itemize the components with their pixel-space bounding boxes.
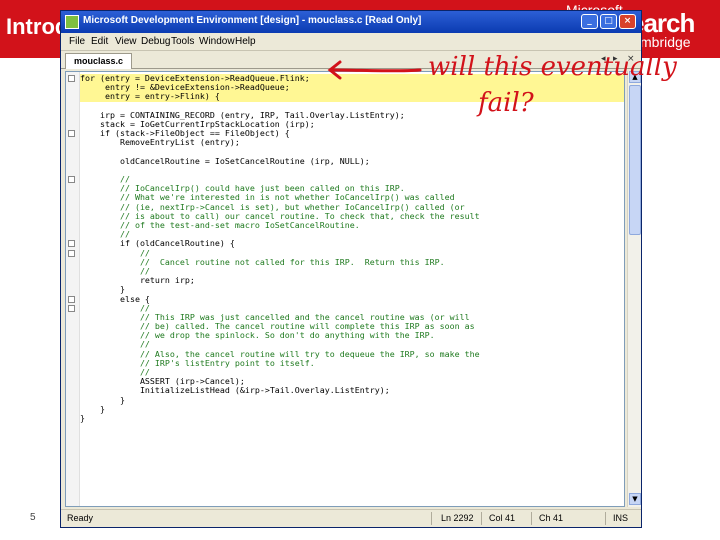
code-lines: for (entry = DeviceExtension->ReadQueue.… [68,73,624,423]
code-line: else { [68,294,624,304]
collapse-icon[interactable] [68,295,75,303]
menu-help[interactable]: Help [235,36,256,47]
app-icon [65,15,79,29]
code-editor[interactable]: for (entry = DeviceExtension->ReadQueue.… [65,71,625,507]
logo-cambridge-text: mbridge [640,34,691,50]
collapse-icon[interactable] [68,304,75,312]
editor-gutter [66,72,80,506]
maximize-button[interactable]: □ [600,14,617,29]
status-bar: Ready Ln 2292 Col 41 Ch 41 INS [61,509,641,527]
code-line: // we drop the spinlock. So don't do any… [80,330,435,341]
code-line: RemoveEntryList (entry); [80,137,240,148]
code-line: oldCancelRoutine = IoSetCancelRoutine (i… [80,155,370,166]
status-col: Col 41 [489,513,516,523]
code-line: entry = entry->Flink) { [80,92,624,102]
tab-mouclass[interactable]: mouclass.c [65,53,133,69]
code-line: } [80,412,85,423]
menu-debug[interactable]: Debug [141,36,170,47]
status-ready: Ready [67,513,94,523]
code-line: // of the test-and-set macro IoSetCancel… [80,220,360,230]
status-mode: INS [613,513,629,523]
code-line: // Cancel routine not called for this IR… [80,256,445,267]
vertical-scrollbar[interactable]: ▲ ▼ [627,71,641,507]
code-line: if (oldCancelRoutine) { [68,239,624,248]
close-button[interactable]: × [619,14,636,29]
menu-window[interactable]: Window [199,36,235,47]
collapse-icon[interactable] [68,75,75,82]
code-line: } [80,403,105,414]
status-line: Ln 2292 [441,513,474,523]
code-line: InitializeListHead (&irp->Tail.Overlay.L… [80,385,390,396]
menu-view[interactable]: View [115,36,137,47]
menu-bar: File Edit View Debug Tools Window Help [61,33,641,51]
code-line: } [80,284,125,295]
annotation-line-2: fail? [478,88,534,118]
minimize-button[interactable]: _ [581,14,598,29]
collapse-icon[interactable] [68,130,75,138]
menu-edit[interactable]: Edit [91,36,108,47]
menu-file[interactable]: File [69,36,85,47]
slide-title: Introd [6,14,69,39]
annotation-line-1: will this eventually [428,52,677,82]
collapse-icon[interactable] [68,240,75,248]
ide-window: Microsoft Development Environment [desig… [60,10,642,528]
collapse-icon[interactable] [68,176,75,184]
status-ch: Ch 41 [539,513,564,523]
code-line: return irp; [80,275,195,286]
window-titlebar[interactable]: Microsoft Development Environment [desig… [61,11,641,33]
menu-tools[interactable]: Tools [171,36,194,47]
scroll-thumb[interactable] [629,85,641,235]
collapse-icon[interactable] [68,249,75,257]
code-line: // IRP's listEntry point to itself. [80,357,315,368]
slide-number: 5 [30,512,36,523]
code-line: } [80,394,125,405]
scroll-down-icon[interactable]: ▼ [629,493,641,505]
window-title: Microsoft Development Environment [desig… [83,15,422,26]
